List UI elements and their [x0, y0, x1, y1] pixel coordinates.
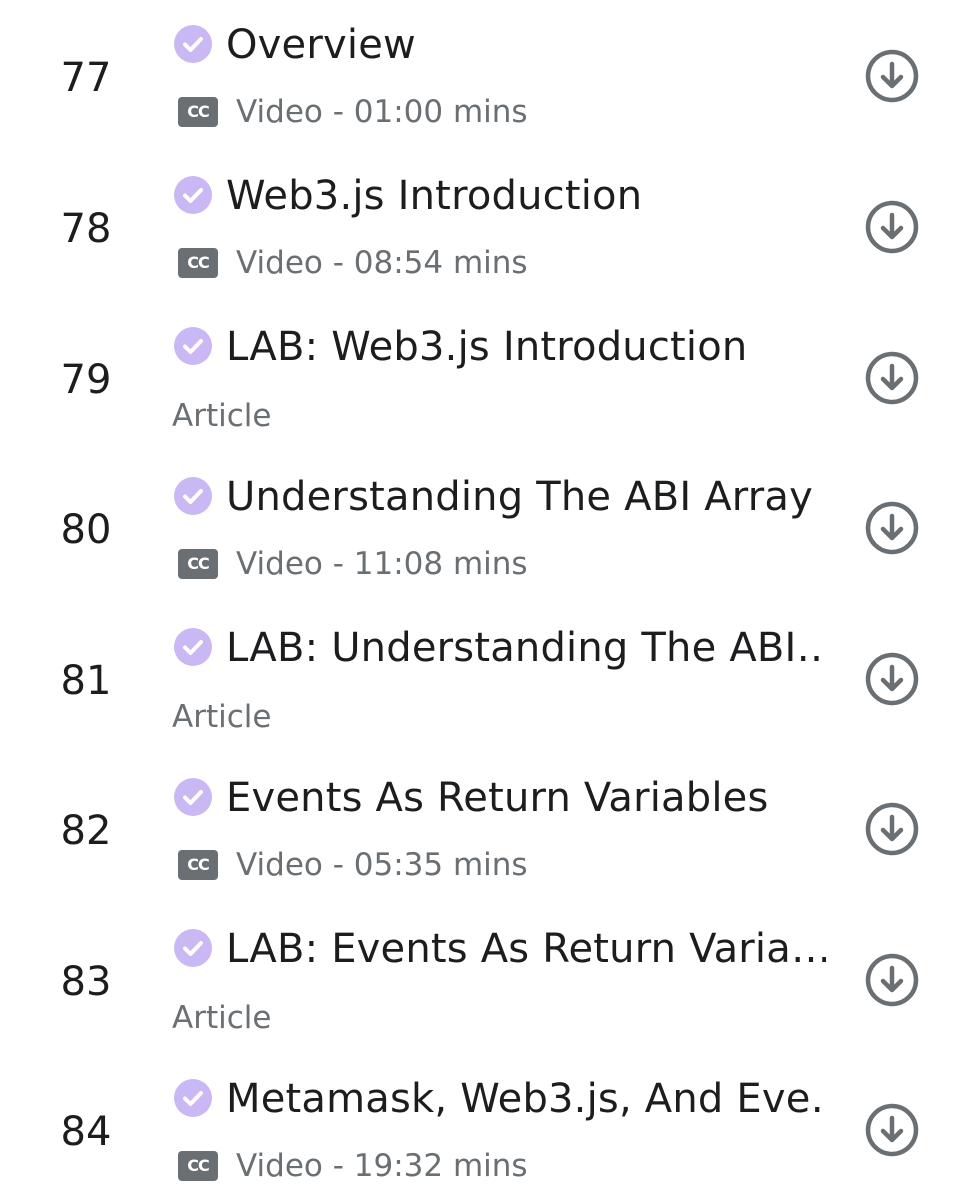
lecture-title: LAB: Web3.js Introduction: [226, 324, 748, 370]
lecture-meta: CC Video - 01:00 mins: [178, 94, 528, 130]
check-circle-icon[interactable]: [174, 778, 212, 816]
lecture-title: LAB: Events As Return Varia…: [226, 926, 826, 972]
lecture-number: 83: [60, 959, 112, 1005]
lecture-duration: Video - 01:00 mins: [236, 94, 528, 130]
lecture-row[interactable]: 78 Web3.js Introduction CC Video - 08:54…: [0, 151, 967, 301]
lecture-number: 80: [60, 507, 112, 553]
lecture-duration: Video - 08:54 mins: [236, 245, 528, 281]
lecture-row[interactable]: 79 LAB: Web3.js Introduction Article: [0, 302, 967, 452]
lecture-row[interactable]: 80 Understanding The ABI Array CC Video …: [0, 452, 967, 602]
cc-icon: CC: [178, 97, 218, 127]
lecture-type: Article: [172, 699, 272, 735]
cc-icon: CC: [178, 248, 218, 278]
lecture-number: 81: [60, 658, 112, 704]
lecture-row[interactable]: 77 Overview CC Video - 01:00 mins: [0, 0, 967, 150]
lecture-number: 79: [60, 357, 112, 403]
lecture-meta: CC Video - 19:32 mins: [178, 1148, 528, 1184]
lecture-duration: Video - 19:32 mins: [236, 1148, 528, 1184]
check-circle-icon[interactable]: [174, 1079, 212, 1117]
lecture-title: Understanding The ABI Array: [226, 474, 813, 520]
lecture-meta: CC Video - 11:08 mins: [178, 546, 528, 582]
lecture-duration: Video - 11:08 mins: [236, 546, 528, 582]
lecture-number: 82: [60, 808, 112, 854]
lecture-list: 77 Overview CC Video - 01:00 mins 78 Web…: [0, 0, 967, 1200]
lecture-type: Article: [172, 1000, 272, 1036]
lecture-title: Overview: [226, 22, 416, 68]
lecture-row[interactable]: 84 Metamask, Web3.js, And Eve… CC Video …: [0, 1054, 967, 1200]
download-icon[interactable]: [864, 651, 920, 707]
cc-icon: CC: [178, 850, 218, 880]
lecture-meta: CC Video - 08:54 mins: [178, 245, 528, 281]
lecture-number: 84: [60, 1109, 112, 1155]
check-circle-icon[interactable]: [174, 628, 212, 666]
lecture-row[interactable]: 83 LAB: Events As Return Varia… Article: [0, 904, 967, 1054]
lecture-title: LAB: Understanding The ABI…: [226, 625, 826, 671]
download-icon[interactable]: [864, 350, 920, 406]
check-circle-icon[interactable]: [174, 327, 212, 365]
lecture-type: Article: [172, 398, 272, 434]
lecture-number: 78: [60, 206, 112, 252]
download-icon[interactable]: [864, 500, 920, 556]
download-icon[interactable]: [864, 801, 920, 857]
download-icon[interactable]: [864, 952, 920, 1008]
check-circle-icon[interactable]: [174, 929, 212, 967]
lecture-title: Metamask, Web3.js, And Eve…: [226, 1076, 826, 1122]
lecture-row[interactable]: 81 LAB: Understanding The ABI… Article: [0, 603, 967, 753]
lecture-title: Events As Return Variables: [226, 775, 769, 821]
check-circle-icon[interactable]: [174, 25, 212, 63]
download-icon[interactable]: [864, 1102, 920, 1158]
download-icon[interactable]: [864, 48, 920, 104]
check-circle-icon[interactable]: [174, 176, 212, 214]
lecture-number: 77: [60, 55, 112, 101]
lecture-meta: CC Video - 05:35 mins: [178, 847, 528, 883]
lecture-duration: Video - 05:35 mins: [236, 847, 528, 883]
lecture-title: Web3.js Introduction: [226, 173, 643, 219]
lecture-row[interactable]: 82 Events As Return Variables CC Video -…: [0, 753, 967, 903]
cc-icon: CC: [178, 549, 218, 579]
download-icon[interactable]: [864, 199, 920, 255]
check-circle-icon[interactable]: [174, 477, 212, 515]
cc-icon: CC: [178, 1151, 218, 1181]
